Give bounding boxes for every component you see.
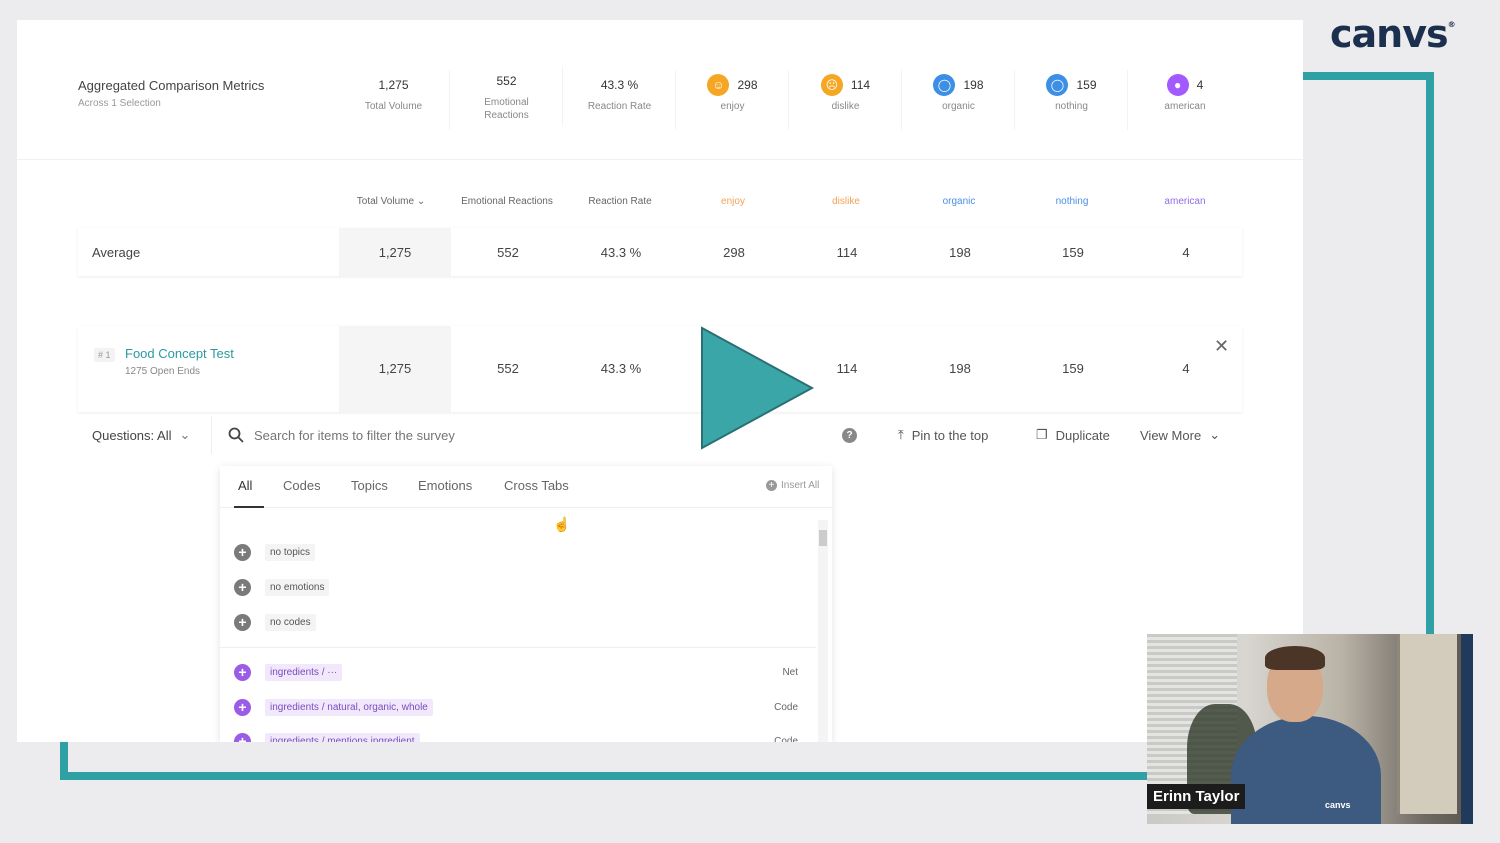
view-more-button[interactable]: View More ⌄	[1140, 416, 1220, 454]
col-header-nothing[interactable]: nothing	[1016, 196, 1128, 207]
insert-all-button[interactable]: + Insert All	[766, 480, 819, 491]
questions-dropdown[interactable]: Questions: All ⌄	[78, 416, 212, 454]
search-icon	[228, 427, 244, 443]
scroll-thumb[interactable]	[819, 530, 827, 546]
tab-emotions[interactable]: Emotions	[418, 478, 472, 493]
add-icon[interactable]: +	[234, 543, 251, 561]
add-icon[interactable]: +	[234, 613, 251, 631]
selection-title-link[interactable]: Food Concept Test	[125, 346, 234, 361]
metric-enjoy: ☺ 298 enjoy	[677, 70, 789, 130]
hand-cursor-icon: ☝	[553, 516, 571, 532]
scrollbar[interactable]	[818, 520, 828, 742]
col-header-enjoy[interactable]: enjoy	[677, 196, 789, 207]
metric-nothing: ◯ 159 nothing	[1016, 70, 1128, 130]
list-item[interactable]: + no emotions	[234, 576, 810, 598]
chevron-down-icon: ⌄	[179, 427, 191, 442]
metric-american: ● 4 american	[1129, 70, 1241, 130]
metrics-subtitle: Across 1 Selection	[78, 98, 161, 109]
list-item[interactable]: + ingredients / ··· Net	[234, 661, 810, 683]
help-icon: ?	[842, 427, 857, 443]
avg-american: 4	[1182, 245, 1190, 260]
sel-organic: 198	[949, 361, 971, 376]
plus-circle-icon: +	[766, 480, 777, 491]
search-bar	[228, 416, 648, 454]
col-header-dislike[interactable]: dislike	[790, 196, 902, 207]
col-header-emotional-reactions[interactable]: Emotional Reactions	[451, 196, 563, 207]
metric-total-volume: 1,275 Total Volume	[338, 70, 450, 130]
list-item[interactable]: + ingredients / natural, organic, whole …	[234, 696, 810, 718]
chevron-down-icon[interactable]: ⌄	[417, 196, 425, 207]
average-label: Average	[92, 245, 141, 260]
insert-items-dropdown: All Codes Topics Emotions Cross Tabs + I…	[220, 466, 832, 742]
play-icon[interactable]	[700, 326, 816, 450]
average-row: Average 1,275 552 43.3 % 298 114 198 159…	[78, 228, 1242, 276]
col-header-organic[interactable]: organic	[903, 196, 1015, 207]
speech-bubble-icon: ◯	[1046, 74, 1069, 96]
tab-all[interactable]: All	[238, 478, 252, 493]
list-item[interactable]: + ingredients / mentions ingredient Code	[234, 730, 810, 742]
divider	[220, 647, 816, 648]
pin-up-icon: ⤒	[898, 427, 904, 442]
main-panel: Aggregated Comparison Metrics Across 1 S…	[17, 20, 1303, 742]
tab-cross-tabs[interactable]: Cross Tabs	[504, 478, 569, 493]
dropdown-item-list: + no topics + no emotions + no codes + i…	[220, 510, 816, 742]
dropdown-tabs: All Codes Topics Emotions Cross Tabs + I…	[220, 466, 832, 508]
selection-subtitle: 1275 Open Ends	[125, 366, 201, 377]
tab-topics[interactable]: Topics	[351, 478, 388, 493]
metric-reaction-rate: 43.3 % Reaction Rate	[564, 70, 676, 130]
col-header-american[interactable]: american	[1129, 196, 1241, 207]
webcam-overlay: Erinn Taylor canvs	[1147, 634, 1473, 824]
add-icon[interactable]: +	[234, 663, 251, 681]
add-icon[interactable]: +	[234, 578, 251, 596]
add-icon[interactable]: +	[234, 732, 251, 742]
avg-total-volume: 1,275	[378, 245, 412, 260]
sel-reaction-rate: 43.3 %	[600, 361, 642, 376]
smile-face-icon: ☺	[707, 74, 730, 96]
avg-emotional-reactions: 552	[497, 245, 519, 260]
list-item[interactable]: + no topics	[234, 541, 810, 563]
col-header-reaction-rate[interactable]: Reaction Rate	[564, 196, 676, 207]
aggregated-metrics: Aggregated Comparison Metrics Across 1 S…	[17, 20, 1303, 160]
metric-emotional-reactions: 552 Emotional Reactions	[451, 66, 563, 126]
close-icon[interactable]: ✕	[1214, 336, 1229, 357]
selection-toolbar: Questions: All ⌄ ? ⤒ Pin to the top ❐ Du…	[78, 416, 1242, 454]
brand-logo: canvs®	[1330, 12, 1456, 56]
sel-nothing: 159	[1062, 361, 1084, 376]
search-input[interactable]	[254, 427, 634, 443]
selection-row[interactable]: # 1 Food Concept Test 1275 Open Ends 1,2…	[78, 326, 1242, 412]
metric-organic: ◯ 198 organic	[903, 70, 1015, 130]
copy-icon: ❐	[1036, 427, 1048, 442]
avg-dislike: 114	[836, 245, 858, 260]
add-icon[interactable]: +	[234, 698, 251, 716]
chevron-down-icon: ⌄	[1209, 427, 1221, 442]
duplicate-button[interactable]: ❐ Duplicate	[1036, 416, 1110, 454]
frown-face-icon: ☹	[820, 74, 843, 96]
avg-nothing: 159	[1062, 245, 1084, 260]
active-tab-indicator	[234, 506, 264, 508]
rank-badge: # 1	[94, 348, 115, 362]
metric-dislike: ☹ 114 dislike	[790, 70, 902, 130]
tab-codes[interactable]: Codes	[283, 478, 321, 493]
speech-bubble-icon: ◯	[933, 74, 956, 96]
metrics-title: Aggregated Comparison Metrics	[78, 78, 265, 93]
avg-organic: 198	[949, 245, 971, 260]
sel-emotional-reactions: 552	[497, 361, 519, 376]
tag-icon: ●	[1166, 74, 1189, 96]
sel-american: 4	[1182, 361, 1190, 376]
webcam-logo: canvs	[1325, 800, 1351, 810]
list-item[interactable]: + no codes	[234, 611, 810, 633]
presenter-shirt	[1231, 716, 1381, 824]
col-header-total-volume[interactable]: Total Volume ⌄	[335, 196, 447, 207]
avg-enjoy: 298	[723, 245, 745, 260]
help-button[interactable]: ?	[842, 416, 857, 454]
avg-reaction-rate: 43.3 %	[600, 245, 642, 260]
sel-total-volume: 1,275	[378, 361, 412, 376]
presenter-name: Erinn Taylor	[1147, 784, 1246, 809]
pin-to-top-button[interactable]: ⤒ Pin to the top	[898, 416, 988, 454]
